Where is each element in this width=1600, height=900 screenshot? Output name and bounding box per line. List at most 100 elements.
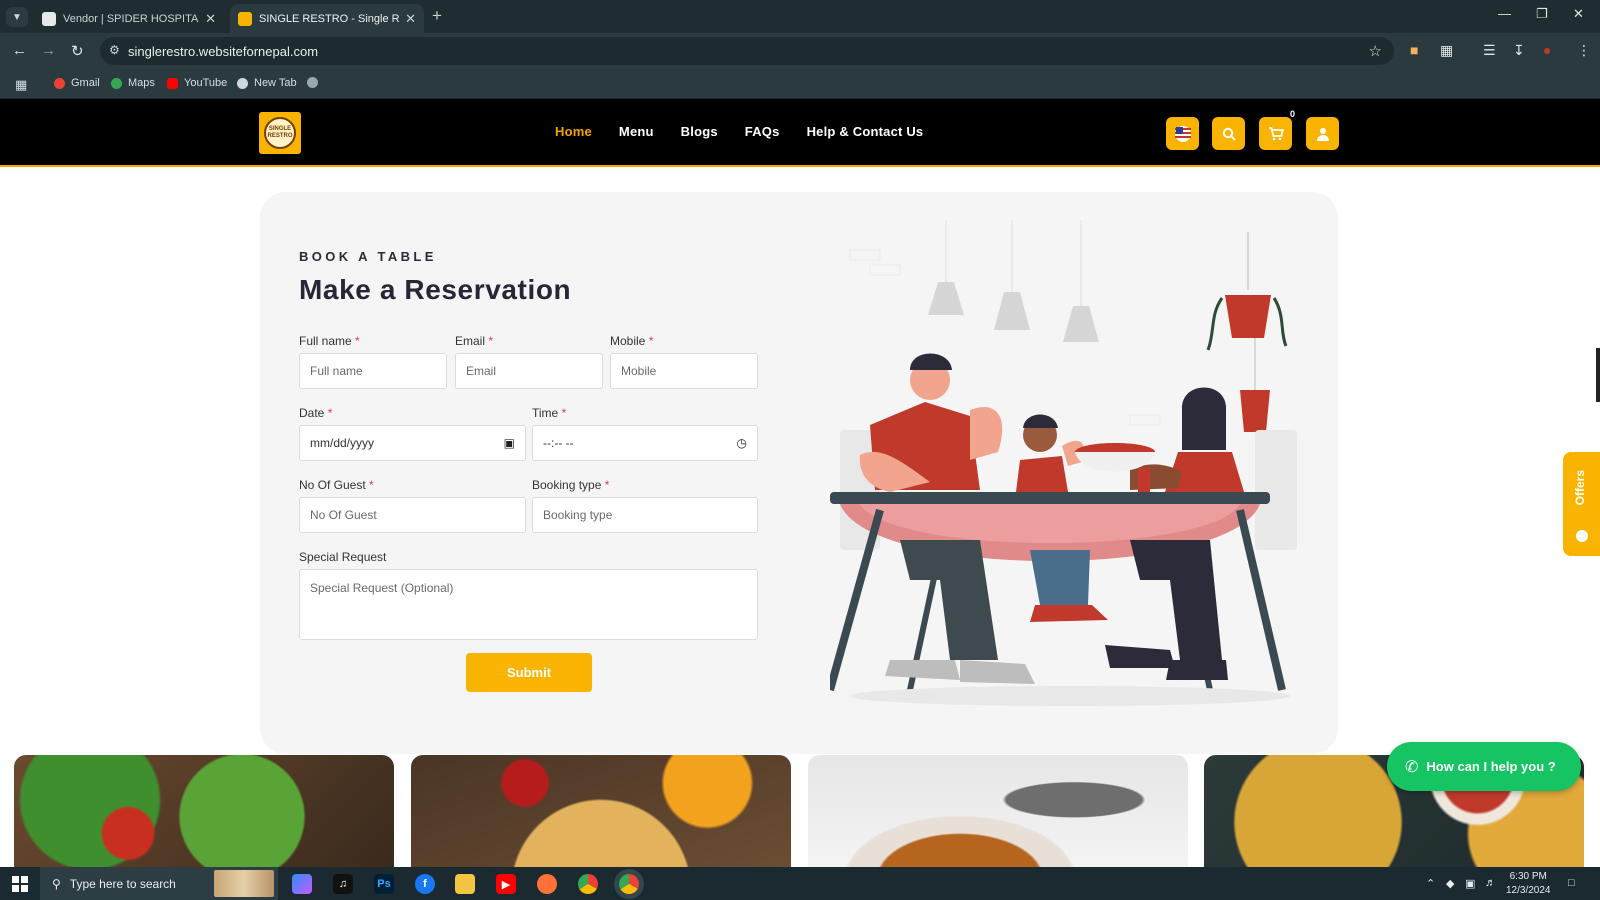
back-icon[interactable]: ← xyxy=(12,42,27,59)
close-window-icon[interactable]: ✕ xyxy=(1573,6,1584,22)
food-image-salad[interactable] xyxy=(14,755,394,867)
guests-label: No Of Guest * xyxy=(299,478,374,492)
windows-start-icon[interactable] xyxy=(12,876,28,892)
globe-icon[interactable] xyxy=(307,77,324,88)
close-tab-icon[interactable]: ✕ xyxy=(405,11,416,27)
browser-tab-vendor[interactable]: Vendor | SPIDER HOSPITALITY F ✕ xyxy=(34,4,224,33)
tab-title: Vendor | SPIDER HOSPITALITY F xyxy=(63,12,199,25)
section-eyebrow: BOOK A TABLE xyxy=(299,249,437,264)
clock-time: 6:30 PM xyxy=(1509,871,1547,882)
cart-button[interactable] xyxy=(1259,117,1292,150)
bookmark-label: YouTube xyxy=(184,77,228,89)
site-logo[interactable]: SINGLE RESTRO xyxy=(259,112,301,154)
url-text: singlerestro.websitefornepal.com xyxy=(128,44,319,59)
download-icon[interactable]: ↧ xyxy=(1513,42,1525,59)
firefox-icon[interactable] xyxy=(537,874,557,894)
new-tab-icon[interactable]: + xyxy=(432,6,442,26)
tab-search-chevron-icon[interactable]: ▼ xyxy=(6,7,28,27)
profile-avatar-icon[interactable]: ● xyxy=(1543,42,1551,58)
maps-icon xyxy=(111,77,122,89)
gmail-icon xyxy=(54,77,65,89)
time-input[interactable]: --:-- -- ◷ xyxy=(532,425,758,461)
volume-icon[interactable]: ♬ xyxy=(1485,877,1496,889)
nav-menu[interactable]: Menu xyxy=(619,124,654,139)
address-bar[interactable]: ⚙ singlerestro.websitefornepal.com ☆ xyxy=(100,37,1394,65)
search-button[interactable] xyxy=(1212,117,1245,150)
offers-label: Offers xyxy=(1573,470,1587,506)
nav-faqs[interactable]: FAQs xyxy=(745,124,780,139)
forward-icon[interactable]: → xyxy=(41,42,56,59)
special-request-label: Special Request xyxy=(299,550,387,564)
copilot-icon[interactable] xyxy=(292,874,312,894)
us-flag-icon xyxy=(1174,125,1191,142)
booking-type-select[interactable]: Booking type xyxy=(532,497,758,533)
site-info-icon[interactable]: ⚙ xyxy=(109,43,120,57)
guests-input[interactable]: No Of Guest xyxy=(299,497,526,533)
file-explorer-icon[interactable] xyxy=(455,874,475,894)
chrome-active-icon[interactable] xyxy=(619,874,639,894)
date-input[interactable]: mm/dd/yyyy ▣ xyxy=(299,425,526,461)
notifications-icon[interactable]: □ xyxy=(1568,877,1575,889)
reload-icon[interactable]: ↻ xyxy=(71,42,84,60)
browser-tabstrip: ▼ Vendor | SPIDER HOSPITALITY F ✕ SINGLE… xyxy=(0,0,1600,33)
photoshop-icon[interactable]: Ps xyxy=(374,874,394,894)
page-title: Make a Reservation xyxy=(299,274,572,305)
booking-type-label: Booking type * xyxy=(532,478,610,492)
bookmark-youtube[interactable]: YouTube xyxy=(167,77,227,89)
search-highlight-image xyxy=(214,870,274,897)
extensions-puzzle-icon[interactable]: ▦ xyxy=(1440,42,1453,59)
family-dining-illustration xyxy=(830,220,1297,706)
tray-chevron-icon[interactable]: ⌃ xyxy=(1426,877,1435,890)
offers-tab[interactable]: Offers xyxy=(1563,452,1600,556)
close-tab-icon[interactable]: ✕ xyxy=(205,11,216,27)
bookmarks-bar: ▦ Gmail Maps YouTube New Tab xyxy=(0,69,1600,99)
food-image-soup[interactable] xyxy=(808,755,1188,867)
nav-blogs[interactable]: Blogs xyxy=(681,124,718,139)
mobile-input[interactable]: Mobile xyxy=(610,353,758,389)
account-button[interactable] xyxy=(1306,117,1339,150)
calendar-icon[interactable]: ▣ xyxy=(504,436,515,450)
taskbar-clock[interactable]: 6:30 PM 12/3/2024 xyxy=(1506,870,1551,898)
bookmark-label: New Tab xyxy=(254,77,297,89)
newtab-icon xyxy=(237,77,248,89)
bookmark-label: Maps xyxy=(128,77,155,89)
scroll-indicator[interactable] xyxy=(1596,348,1600,402)
browser-toolbar: ← → ↻ ⚙ singlerestro.websitefornepal.com… xyxy=(0,33,1600,69)
full-name-input[interactable]: Full name xyxy=(299,353,447,389)
nav-home[interactable]: Home xyxy=(555,124,592,139)
extension-icon[interactable]: ■ xyxy=(1410,42,1418,58)
clock-date: 12/3/2024 xyxy=(1506,885,1551,896)
bookmark-star-icon[interactable]: ☆ xyxy=(1369,42,1382,60)
browser-menu-icon[interactable]: ⋮ xyxy=(1577,42,1591,59)
bookmark-maps[interactable]: Maps xyxy=(111,77,155,89)
network-icon[interactable]: ▣ xyxy=(1465,877,1475,890)
bookmark-label: Gmail xyxy=(71,77,100,89)
nav-help-contact[interactable]: Help & Contact Us xyxy=(807,124,924,139)
bookmark-gmail[interactable]: Gmail xyxy=(54,77,100,89)
language-button[interactable] xyxy=(1166,117,1199,150)
tiktok-icon[interactable]: ♫ xyxy=(333,874,353,894)
email-input[interactable]: Email xyxy=(455,353,603,389)
submit-button[interactable]: Submit xyxy=(466,653,592,692)
restore-icon[interactable]: ❐ xyxy=(1536,6,1548,22)
minimize-icon[interactable]: — xyxy=(1498,6,1511,21)
facebook-icon[interactable]: f xyxy=(415,874,435,894)
taskbar-search[interactable]: ⚲ Type here to search xyxy=(40,867,278,900)
mobile-label: Mobile * xyxy=(610,334,654,348)
browser-tab-single-restro[interactable]: SINGLE RESTRO - Single Restau ✕ xyxy=(230,4,424,33)
bookmark-new-tab[interactable]: New Tab xyxy=(237,77,297,89)
chat-help-button[interactable]: ✆ How can I help you ? xyxy=(1387,742,1581,791)
clock-icon[interactable]: ◷ xyxy=(737,436,747,450)
gift-icon xyxy=(1576,530,1588,542)
security-icon[interactable]: ◆ xyxy=(1446,877,1454,890)
main-nav: Home Menu Blogs FAQs Help & Contact Us xyxy=(555,124,950,139)
media-control-icon[interactable]: ☰ xyxy=(1483,42,1496,59)
special-request-textarea[interactable]: Special Request (Optional) xyxy=(299,569,758,640)
youtube-app-icon[interactable]: ▶ xyxy=(496,874,516,894)
apps-grid-icon[interactable]: ▦ xyxy=(15,77,27,93)
full-name-label: Full name * xyxy=(299,334,360,348)
cart-icon xyxy=(1268,126,1284,140)
chrome-icon[interactable] xyxy=(578,874,598,894)
food-image-pizza[interactable] xyxy=(411,755,791,867)
cart-count-badge: 0 xyxy=(1290,109,1296,119)
